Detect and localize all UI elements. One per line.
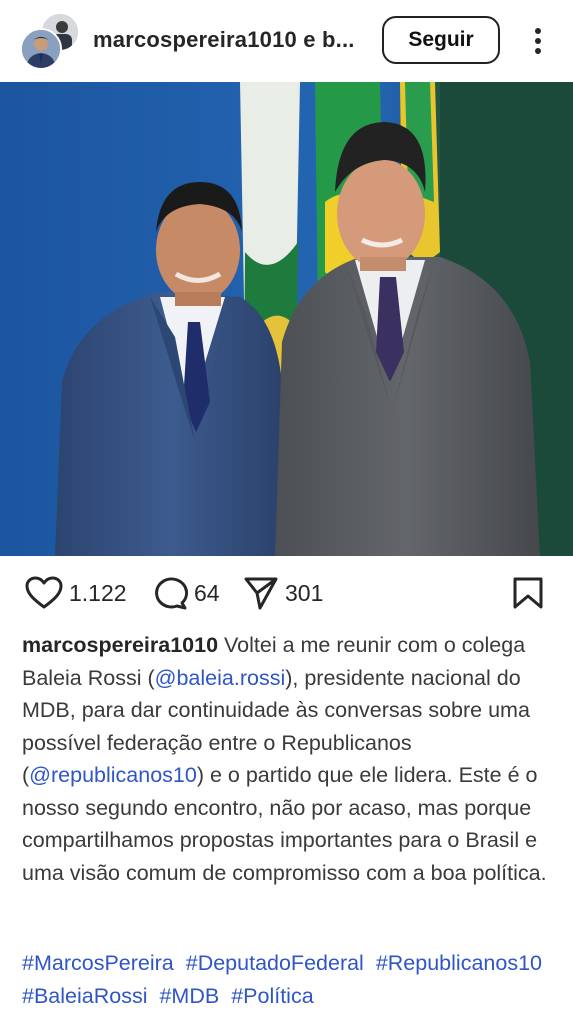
like-action[interactable]: 1.122 [25, 576, 127, 610]
post-author-title[interactable]: marcospereira1010 e b... [93, 27, 371, 53]
follow-button[interactable]: Seguir [382, 16, 500, 64]
like-count: 1.122 [69, 579, 127, 606]
hashtag-link[interactable]: #BaleiaRossi [22, 984, 147, 1008]
comment-bubble-icon[interactable] [152, 576, 188, 610]
bookmark-icon[interactable] [512, 576, 544, 610]
send-icon[interactable] [243, 576, 279, 610]
more-options-icon[interactable] [528, 26, 548, 56]
post-header: marcospereira1010 e b... Seguir [0, 0, 573, 82]
hashtag-link[interactable]: #Republicanos10 [376, 951, 542, 975]
post-photo[interactable] [0, 82, 573, 556]
share-action[interactable]: 301 [243, 576, 323, 610]
comment-count: 64 [194, 579, 220, 606]
heart-icon[interactable] [25, 576, 63, 610]
comment-action[interactable]: 64 [152, 576, 220, 610]
hashtag-link[interactable]: #Política [231, 984, 313, 1008]
mention-link[interactable]: @baleia.rossi [155, 666, 286, 690]
hashtag-link[interactable]: #MDB [159, 984, 219, 1008]
avatar[interactable] [20, 28, 62, 70]
post-caption: marcospereira1010 Voltei a me reunir com… [22, 629, 552, 889]
mention-link[interactable]: @republicanos10 [29, 763, 197, 787]
hashtag-link[interactable]: #MarcosPereira [22, 951, 174, 975]
hashtag-list: #MarcosPereira #DeputadoFederal #Republi… [22, 947, 567, 1012]
caption-username[interactable]: marcospereira1010 [22, 633, 218, 657]
save-action[interactable] [512, 576, 544, 610]
share-count: 301 [285, 579, 324, 606]
collab-avatars[interactable] [20, 12, 80, 72]
hashtag-link[interactable]: #DeputadoFederal [186, 951, 364, 975]
post-actions: 1.122 64 301 [0, 556, 573, 630]
